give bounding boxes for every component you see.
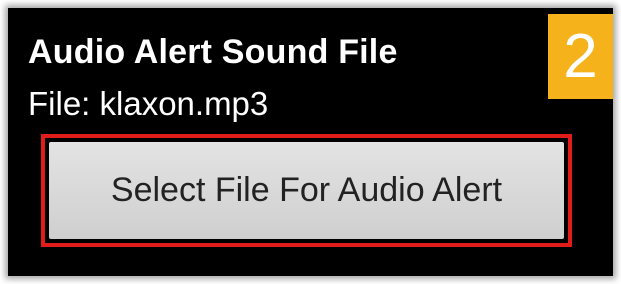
audio-alert-panel: Audio Alert Sound File File: klaxon.mp3 … bbox=[8, 8, 613, 276]
step-number-badge: 2 bbox=[548, 14, 613, 99]
current-file-label: File: klaxon.mp3 bbox=[28, 85, 269, 122]
button-highlight-box: Select File For Audio Alert bbox=[41, 134, 572, 247]
select-audio-file-button[interactable]: Select File For Audio Alert bbox=[49, 142, 564, 239]
setting-title: Audio Alert Sound File bbox=[28, 33, 398, 71]
